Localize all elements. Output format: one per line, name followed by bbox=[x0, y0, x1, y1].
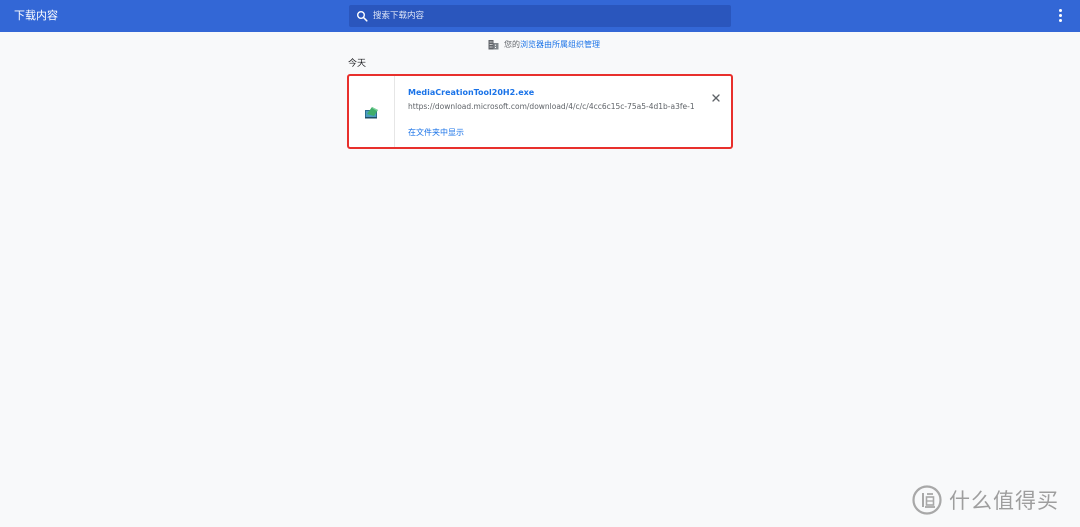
more-options-button[interactable] bbox=[1054, 8, 1068, 24]
show-in-folder-link[interactable]: 在文件夹中显示 bbox=[408, 127, 464, 138]
watermark: 什么值得买 bbox=[912, 483, 1059, 517]
search-box[interactable] bbox=[349, 5, 731, 27]
search-icon bbox=[357, 11, 368, 22]
top-bar: 下载内容 bbox=[0, 0, 1080, 32]
building-icon bbox=[488, 39, 499, 49]
managed-by-organization-notice: 您的 浏览器由所属组织管理 bbox=[488, 38, 600, 50]
installer-file-icon bbox=[365, 107, 378, 119]
file-name-link[interactable]: MediaCreationTool20H2.exe bbox=[408, 88, 534, 97]
page-title: 下载内容 bbox=[14, 9, 58, 22]
search-input[interactable] bbox=[373, 5, 723, 27]
file-icon-column bbox=[349, 76, 395, 147]
managed-notice-prefix: 您的 bbox=[504, 39, 520, 49]
managed-notice-link[interactable]: 浏览器由所属组织管理 bbox=[520, 39, 600, 50]
remove-from-list-button[interactable] bbox=[711, 88, 721, 102]
download-item: MediaCreationTool20H2.exe https://downlo… bbox=[347, 74, 733, 149]
watermark-text: 什么值得买 bbox=[949, 489, 1059, 513]
值-logo-icon bbox=[912, 485, 942, 515]
file-url: https://download.microsoft.com/download/… bbox=[408, 102, 694, 111]
close-icon bbox=[712, 94, 720, 102]
date-header: 今天 bbox=[348, 59, 367, 69]
